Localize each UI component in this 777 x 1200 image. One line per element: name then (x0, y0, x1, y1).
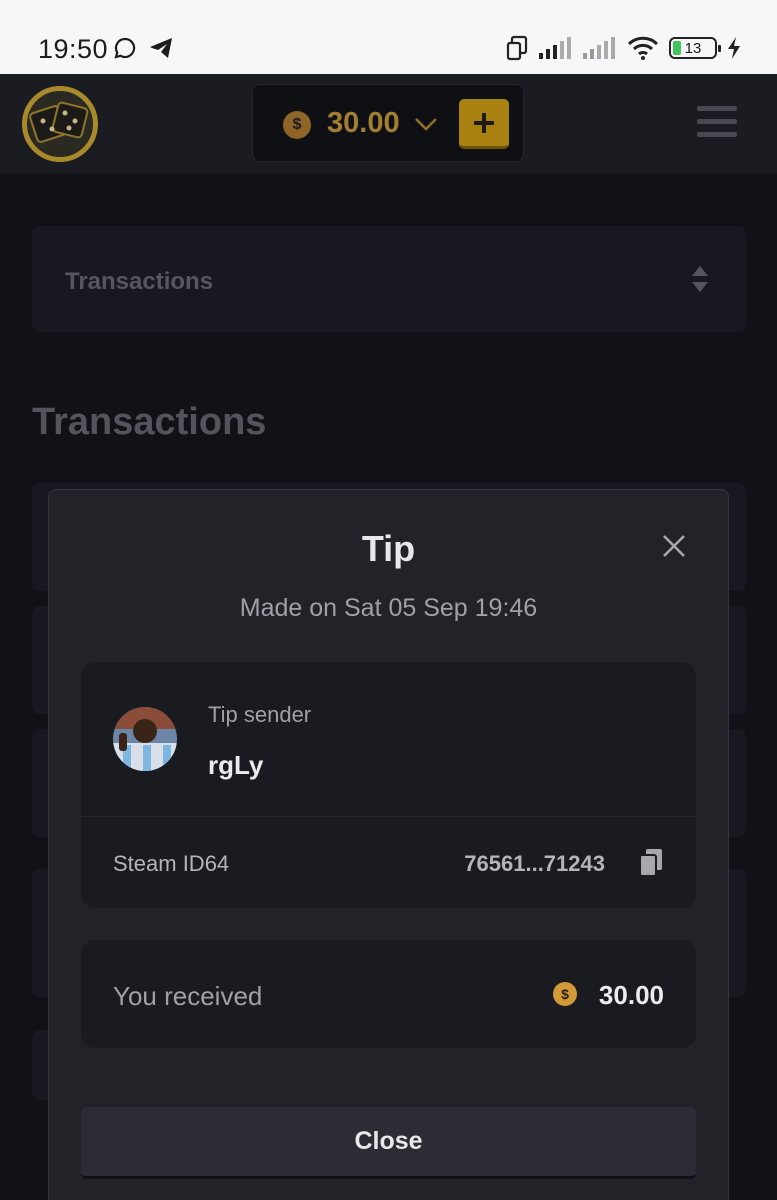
coin-icon: $ (283, 111, 311, 139)
status-time: 19:50 (38, 34, 109, 64)
chat-bubble-icon (114, 37, 136, 59)
transactions-filter-select[interactable]: Transactions (32, 226, 746, 332)
telegram-icon (150, 38, 172, 58)
battery-icon: 13 (669, 37, 721, 59)
modal-subtitle: Made on Sat 05 Sep 19:46 (239, 594, 538, 622)
charging-icon (728, 37, 740, 59)
avatar[interactable] (113, 707, 177, 771)
battery-level: 13 (684, 39, 702, 57)
coin-icon: $ (553, 982, 577, 1006)
sender-label: Tip sender (208, 702, 312, 727)
balance-selector[interactable]: $ 30.00 (252, 84, 524, 162)
close-button[interactable]: Close (81, 1107, 696, 1179)
signal-icon-2 (583, 37, 615, 59)
modal-title: Tip (361, 528, 416, 569)
copy-icon[interactable] (639, 848, 663, 878)
dice-icon (29, 101, 89, 143)
divider (81, 816, 696, 817)
balance-value: 30.00 (327, 107, 400, 139)
filter-label: Transactions (65, 268, 214, 295)
wifi-icon (627, 36, 659, 60)
received-label: You received (113, 981, 263, 1011)
screen-mirror-icon (506, 35, 528, 61)
steam-id-value: 76561...71243 (464, 851, 605, 876)
received-card: You received $ 30.00 (81, 940, 696, 1048)
dice-logo[interactable] (22, 86, 98, 162)
status-bar: 19:50 13 (0, 0, 777, 74)
chevron-down-icon (415, 118, 437, 131)
add-funds-button[interactable] (459, 99, 509, 149)
tip-modal: Tip Made on Sat 05 Sep 19:46 Tip sender … (48, 489, 729, 1200)
plus-icon (474, 112, 494, 133)
app-header: $ 30.00 (0, 74, 777, 174)
close-icon[interactable] (660, 532, 688, 560)
received-value: 30.00 (598, 980, 664, 1010)
hamburger-menu-icon[interactable] (697, 106, 739, 140)
sort-arrows-icon (692, 266, 708, 292)
page-title: Transactions (32, 401, 267, 443)
sender-card: Tip sender rgLy Steam ID64 76561...71243 (81, 662, 696, 908)
signal-icon-1 (539, 37, 571, 59)
status-indicators: 13 (505, 34, 741, 62)
sender-name: rgLy (208, 750, 264, 780)
steam-id-label: Steam ID64 (113, 851, 230, 876)
